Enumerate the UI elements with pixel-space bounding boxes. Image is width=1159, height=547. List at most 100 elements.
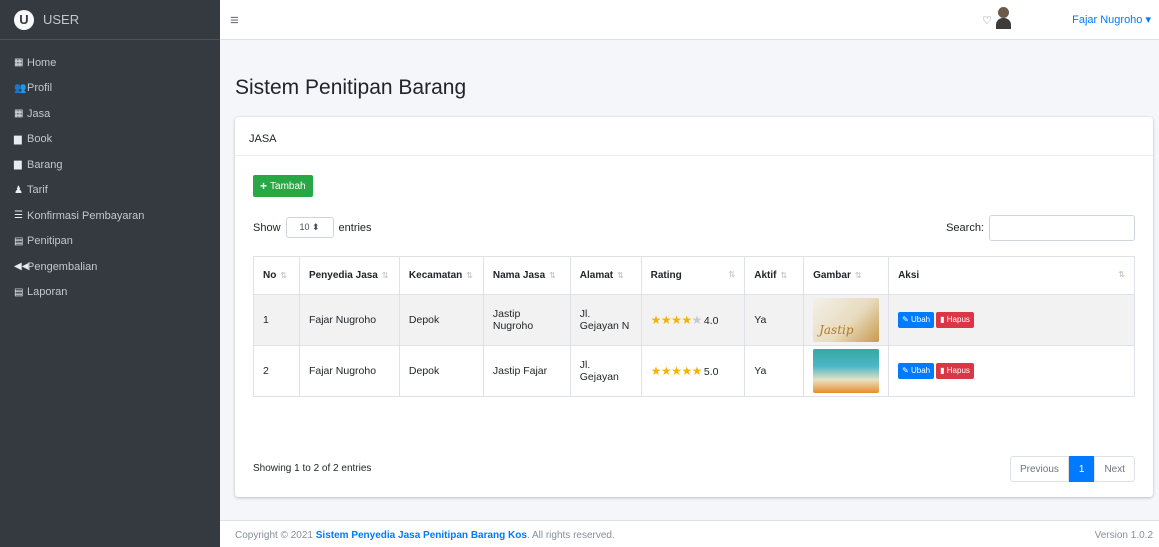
edit-button[interactable]: ✎ Ubah — [898, 363, 935, 379]
notification-bell-icon[interactable]: ♡ — [982, 14, 992, 27]
show-label: Show — [253, 221, 281, 234]
sidebar-item-penitipan[interactable]: ▤ Penitipan — [0, 229, 220, 254]
sidebar-item-book[interactable]: ▆ Book — [0, 127, 220, 152]
sidebar-item-label: Laporan — [27, 286, 68, 298]
sidebar-item-pengembalian[interactable]: ◀◀ Pengembalian — [0, 254, 220, 279]
sidebar-item-barang[interactable]: ▆ Barang — [0, 152, 220, 177]
cell-penyedia: Fajar Nugroho — [298, 345, 400, 397]
pagination: Previous 1 Next — [1009, 456, 1135, 482]
column-header-no[interactable]: No ⇅ — [253, 256, 300, 295]
table-info: Showing 1 to 2 of 2 entries — [253, 463, 372, 474]
search-input[interactable] — [989, 215, 1135, 241]
column-header-aktif[interactable]: Aktif ⇅ — [744, 256, 805, 295]
sidebar-item-label: Book — [27, 133, 53, 145]
column-header-penyedia[interactable]: Penyedia Jasa ⇅ — [298, 256, 400, 295]
cell-rating: ★★★★★ 5.0 — [640, 345, 746, 397]
star-filled-icon: ★ — [691, 364, 703, 378]
star-empty-icon: ★ — [691, 313, 703, 327]
cell-gambar: Jastip — [803, 294, 890, 346]
star-filled-icon: ★ — [681, 364, 692, 378]
column-header-nama-jasa[interactable]: Nama Jasa ⇅ — [482, 256, 571, 295]
sort-icon: ⇅ — [1118, 270, 1125, 279]
copyright: Copyright © 2021 Sistem Penyedia Jasa Pe… — [235, 530, 615, 541]
delete-button[interactable]: ▮ Hapus — [936, 363, 974, 379]
penitipan-icon: ▤ — [14, 235, 24, 247]
brand[interactable]: U USER — [0, 0, 220, 40]
column-header-gambar[interactable]: Gambar ⇅ — [803, 256, 890, 295]
star-filled-icon: ★ — [671, 364, 682, 378]
page-1-button[interactable]: 1 — [1068, 456, 1095, 482]
sort-icon: ⇅ — [854, 271, 862, 280]
sidebar-item-label: Jasa — [27, 107, 51, 120]
footer-brand-link[interactable]: Sistem Penyedia Jasa Penitipan Barang Ko… — [316, 530, 527, 541]
star-filled-icon: ★ — [650, 313, 662, 327]
entries-select[interactable]: 10 ⬍ — [285, 217, 334, 238]
brand-title: USER — [43, 12, 80, 27]
footer: Copyright © 2021 Sistem Penyedia Jasa Pe… — [220, 520, 1159, 547]
jasa-card: JASA + Tambah Show 10 ⬍ entries Search: … — [235, 117, 1153, 497]
table-header-row: No ⇅ Penyedia Jasa ⇅ Kecamatan ⇅ Nama Jasa ⇅… — [253, 256, 1135, 295]
tarif-icon: ♟ — [14, 184, 23, 196]
next-page-button[interactable]: Next — [1094, 456, 1135, 482]
search-label: Search: — [946, 222, 984, 234]
sidebar-item-konfirmasi-pembayaran[interactable]: ☰ Konfirmasi Pembayaran — [0, 203, 220, 228]
cell-rating: ★★★★★ 4.0 — [640, 294, 746, 346]
barang-icon: ▆ — [14, 159, 22, 170]
show-entries: Show 10 ⬍ entries — [253, 217, 372, 238]
cell-kecamatan: Depok — [398, 294, 484, 346]
rating-value: 5.0 — [703, 366, 719, 378]
topbar: ≡ ♡ Fajar Nugroho ▾ — [220, 0, 1159, 40]
sidebar-item-home[interactable]: ▦ Home — [0, 50, 220, 75]
cell-alamat: Jl. Gejayan — [569, 345, 642, 397]
table-row: 2 Fajar Nugroho Depok Jastip Fajar Jl. G… — [253, 345, 1135, 397]
sidebar-item-tarif[interactable]: ♟ Tarif — [0, 178, 220, 203]
card-header: JASA — [235, 117, 1153, 156]
column-header-kecamatan[interactable]: Kecamatan ⇅ — [398, 256, 484, 295]
table-row: 1 Fajar Nugroho Depok Jastip Nugroho Jl.… — [253, 294, 1135, 346]
sort-icon: ⇅ — [280, 271, 288, 280]
laporan-icon: ▤ — [14, 286, 24, 298]
konfirmasi-icon: ☰ — [14, 210, 23, 221]
brand-logo: U — [14, 9, 34, 30]
cell-aksi: ✎ Ubah ▮ Hapus — [888, 345, 1135, 397]
sidebar-item-label: Profil — [27, 82, 53, 94]
cell-kecamatan: Depok — [398, 345, 484, 397]
sidebar-item-label: Barang — [27, 158, 63, 171]
sidebar-item-label: Home — [27, 56, 57, 69]
cell-no: 2 — [253, 345, 300, 397]
sidebar-item-label: Konfirmasi Pembayaran — [27, 209, 145, 222]
column-header-alamat[interactable]: Alamat ⇅ — [569, 256, 642, 295]
cell-alamat: Jl. Gejayan N — [569, 294, 642, 346]
jasa-icon: ▦ — [14, 108, 24, 119]
cell-aktif: Ya — [744, 345, 805, 397]
book-icon: ▆ — [14, 133, 22, 145]
menu-toggle-icon[interactable]: ≡ — [230, 12, 239, 29]
avatar[interactable] — [996, 7, 1011, 29]
page-title: Sistem Penitipan Barang — [235, 76, 467, 99]
sort-icon: ⇅ — [549, 271, 556, 280]
user-menu[interactable]: Fajar Nugroho ▾ — [1072, 13, 1151, 26]
home-icon: ▦ — [14, 57, 24, 68]
sidebar-item-label: Tarif — [27, 184, 48, 196]
sidebar-item-laporan[interactable]: ▤ Laporan — [0, 280, 220, 305]
cell-aktif: Ya — [744, 294, 805, 346]
previous-page-button[interactable]: Previous — [1009, 456, 1069, 482]
jasa-image — [813, 349, 880, 393]
edit-button[interactable]: ✎ Ubah — [898, 312, 935, 328]
sidebar-item-profil[interactable]: 👥 Profil — [0, 76, 220, 101]
sort-icon: ⇅ — [381, 271, 389, 280]
sort-icon: ⇅ — [617, 271, 624, 280]
star-rating: ★★★★★ — [650, 313, 703, 327]
sidebar-item-jasa[interactable]: ▦ Jasa — [0, 101, 220, 126]
sort-icon: ⇅ — [466, 271, 473, 280]
rating-value: 4.0 — [703, 315, 719, 327]
column-header-rating[interactable]: Rating ⇅ — [640, 256, 746, 295]
plus-icon: + — [260, 179, 268, 193]
star-filled-icon: ★ — [681, 313, 692, 327]
add-button[interactable]: + Tambah — [253, 175, 313, 197]
column-header-aksi[interactable]: Aksi ⇅ — [888, 256, 1135, 295]
delete-button[interactable]: ▮ Hapus — [936, 312, 974, 328]
cell-nama-jasa: Jastip Fajar — [482, 345, 571, 397]
cell-gambar — [803, 345, 890, 397]
jasa-table: No ⇅ Penyedia Jasa ⇅ Kecamatan ⇅ Nama Jasa ⇅… — [253, 256, 1135, 397]
